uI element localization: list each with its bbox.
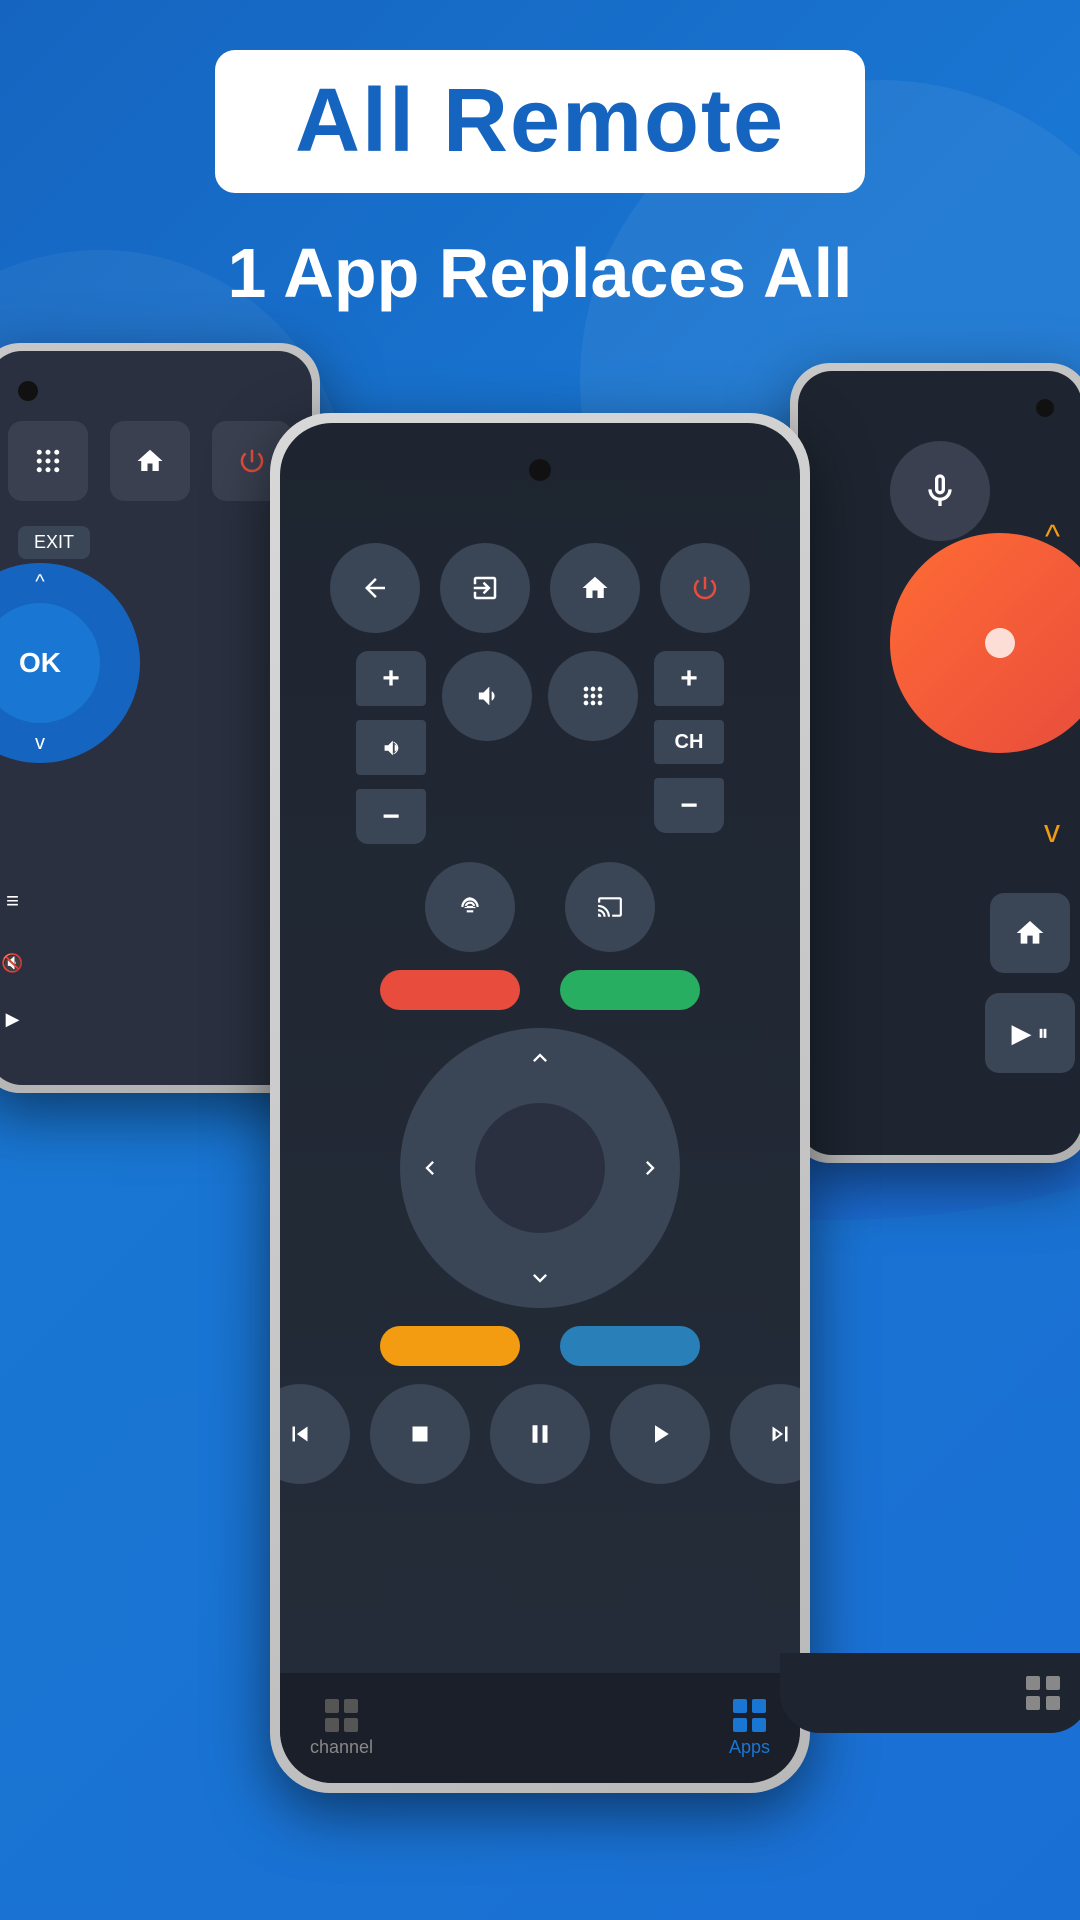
header: All Remote 1 App Replaces All bbox=[0, 0, 1080, 313]
media-stop-btn[interactable] bbox=[370, 1384, 470, 1484]
blue-btn[interactable] bbox=[560, 1326, 700, 1366]
ch-plus-btn[interactable]: + bbox=[654, 651, 724, 706]
left-mute-btn[interactable]: 🔇 bbox=[0, 942, 40, 984]
apps-grid-icon bbox=[733, 1699, 766, 1732]
app-subtitle: 1 App Replaces All bbox=[227, 233, 852, 313]
remote-icon-btn[interactable] bbox=[425, 862, 515, 952]
home-btn[interactable] bbox=[550, 543, 640, 633]
right-home-btn[interactable] bbox=[990, 893, 1070, 973]
green-btn[interactable] bbox=[560, 970, 700, 1010]
phones-area: EXIT ^ OK v ≡ 🔇 ▶ ^ v bbox=[0, 333, 1080, 1813]
back-btn[interactable] bbox=[330, 543, 420, 633]
channel-label: channel bbox=[310, 1737, 373, 1758]
cast-btn[interactable] bbox=[565, 862, 655, 952]
mic-button[interactable] bbox=[890, 441, 990, 541]
channel-grid-icon bbox=[325, 1699, 358, 1732]
right-playpause-btn[interactable]: ▶⏸ bbox=[985, 993, 1075, 1073]
color-row-bottom bbox=[310, 1326, 770, 1366]
left-side-controls: ≡ 🔇 ▶ bbox=[0, 873, 40, 1040]
numpad-btn[interactable] bbox=[548, 651, 638, 741]
media-play-btn[interactable] bbox=[610, 1384, 710, 1484]
ch-label: CH bbox=[654, 720, 724, 764]
orange-circle-dot bbox=[985, 628, 1015, 658]
dpad-up-btn[interactable] bbox=[526, 1044, 554, 1072]
dpad-inner bbox=[475, 1103, 605, 1233]
left-menu-btn[interactable]: ≡ bbox=[0, 873, 40, 928]
yellow-btn[interactable] bbox=[380, 1326, 520, 1366]
volume-col: + − bbox=[356, 651, 426, 844]
center-camera bbox=[529, 459, 551, 481]
red-btn[interactable] bbox=[380, 970, 520, 1010]
row-1 bbox=[330, 543, 750, 633]
right-camera bbox=[1036, 399, 1054, 417]
vol-mute-mini[interactable] bbox=[356, 720, 426, 775]
nav-up-arrow: ^ bbox=[35, 571, 44, 594]
remote-body: + − bbox=[310, 503, 770, 1753]
right-grid-icon bbox=[1026, 1676, 1060, 1710]
bottom-apps-item[interactable]: Apps bbox=[729, 1699, 770, 1758]
bottom-channel-item[interactable]: channel bbox=[310, 1699, 373, 1758]
row-3 bbox=[425, 862, 655, 952]
vol-minus-btn[interactable]: − bbox=[356, 789, 426, 844]
vol-plus-btn[interactable]: + bbox=[356, 651, 426, 706]
left-camera bbox=[18, 381, 38, 401]
phone-center-screen: + − bbox=[280, 423, 800, 1783]
ch-minus-btn[interactable]: − bbox=[654, 778, 724, 833]
nav-down-arrow: v bbox=[35, 732, 45, 755]
media-pause-btn[interactable] bbox=[490, 1384, 590, 1484]
row-2: + − bbox=[356, 651, 724, 844]
left-home-btn[interactable] bbox=[110, 421, 190, 501]
media-rewind-btn[interactable] bbox=[280, 1384, 350, 1484]
phone-center: + − bbox=[270, 413, 810, 1793]
color-row-top bbox=[310, 970, 770, 1010]
exit-btn[interactable] bbox=[440, 543, 530, 633]
media-row bbox=[280, 1384, 800, 1484]
mute-center-btn[interactable] bbox=[442, 651, 532, 741]
apps-label: Apps bbox=[729, 1737, 770, 1758]
app-title: All Remote bbox=[295, 71, 785, 171]
app-title-box: All Remote bbox=[215, 50, 865, 193]
phone-bottom-bar: channel Apps bbox=[280, 1673, 800, 1783]
dpad-outer bbox=[400, 1028, 680, 1308]
dpad-right-btn[interactable] bbox=[636, 1154, 664, 1182]
ch-col: + CH − bbox=[654, 651, 724, 833]
ok-button[interactable]: OK bbox=[0, 603, 100, 723]
dpad-down-btn[interactable] bbox=[526, 1264, 554, 1292]
exit-label[interactable]: EXIT bbox=[18, 526, 90, 559]
right-phone-bottom bbox=[780, 1653, 1080, 1733]
chevron-up-right[interactable]: ^ bbox=[1045, 518, 1060, 555]
left-play-btn[interactable]: ▶ bbox=[0, 998, 40, 1040]
dpad-left-btn[interactable] bbox=[416, 1154, 444, 1182]
left-numpad-btn[interactable] bbox=[8, 421, 88, 501]
chevron-down-right[interactable]: v bbox=[1044, 813, 1060, 850]
dpad bbox=[400, 1028, 680, 1308]
media-forward-btn[interactable] bbox=[730, 1384, 800, 1484]
power-btn[interactable] bbox=[660, 543, 750, 633]
